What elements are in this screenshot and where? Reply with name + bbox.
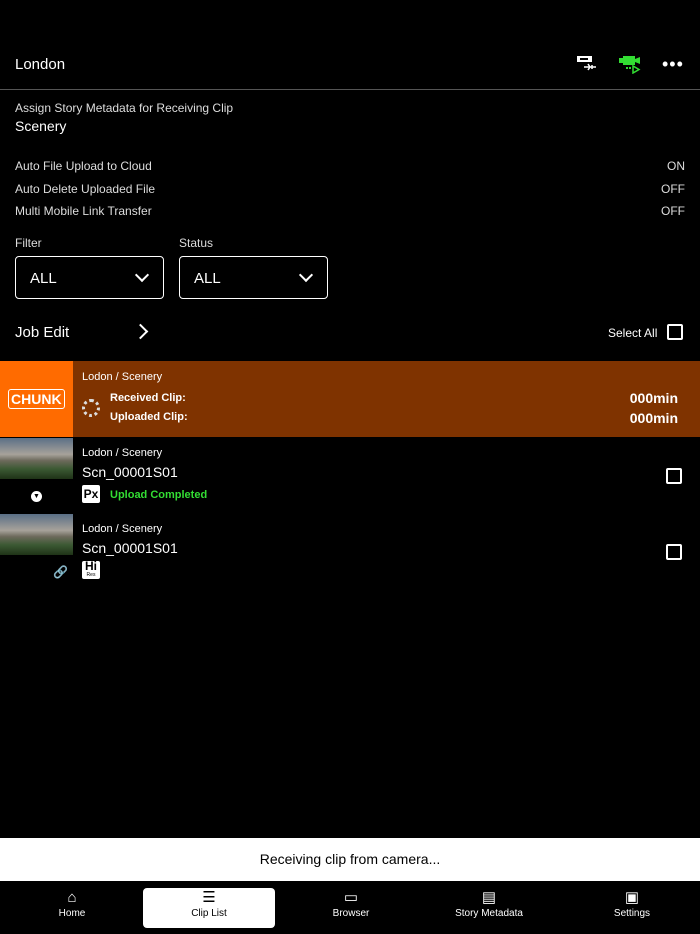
nav-label: Browser: [332, 908, 370, 919]
filter-dropdown[interactable]: ALL: [15, 256, 164, 299]
nav-clip-list[interactable]: ☰ Clip List: [143, 888, 275, 928]
setting-label: Auto File Upload to Cloud: [15, 159, 152, 173]
filter-value: ALL: [30, 270, 57, 287]
loading-spinner-icon: [82, 399, 100, 417]
clip-checkbox[interactable]: [666, 544, 682, 560]
clip-name: Scn_00001S01: [82, 464, 178, 480]
clip-path: Lodon / Scenery: [82, 371, 163, 383]
nav-label: Story Metadata: [455, 908, 523, 919]
home-icon: ⌂: [67, 889, 77, 906]
nav-story-metadata[interactable]: ▤ Story Metadata: [423, 888, 555, 928]
nav-settings[interactable]: ▣ Settings: [566, 888, 698, 928]
nav-browser[interactable]: ▭ Browser: [285, 888, 417, 928]
browser-icon: ▭: [343, 889, 359, 906]
chevron-down-icon: [298, 267, 314, 283]
setting-value[interactable]: ON: [667, 159, 685, 173]
status-label: Status: [179, 236, 214, 250]
filter-label: Filter: [15, 236, 42, 250]
setting-label: Multi Mobile Link Transfer: [15, 204, 152, 218]
chunk-badge: CHUNK: [8, 389, 65, 409]
clip-path: Lodon / Scenery: [82, 523, 163, 535]
list-icon: ☰: [202, 889, 216, 906]
story-metadata-label: Assign Story Metadata for Receiving Clip: [15, 101, 234, 115]
clip-thumbnail: [0, 438, 73, 479]
chunk-thumbnail: CHUNK: [0, 361, 73, 437]
hires-badge: Hi Res: [82, 559, 100, 579]
received-clip-label: Received Clip:: [110, 392, 186, 404]
setting-label: Auto Delete Uploaded File: [15, 182, 156, 196]
story-metadata-value[interactable]: Scenery: [15, 118, 66, 134]
chevron-right-icon[interactable]: [132, 323, 149, 340]
chevron-down-icon: [134, 267, 150, 283]
more-options-icon[interactable]: •••: [662, 54, 684, 75]
link-icon: 🔗: [53, 565, 68, 579]
clip-name: Scn_00001S01: [82, 540, 178, 556]
proxy-marker-icon: ▼: [31, 491, 42, 502]
clip-thumbnail: [0, 514, 73, 555]
clip-checkbox[interactable]: [666, 468, 682, 484]
setting-value[interactable]: OFF: [661, 204, 685, 218]
status-dropdown[interactable]: ALL: [179, 256, 328, 299]
proxy-badge: Px: [82, 485, 100, 503]
status-value: ALL: [194, 270, 221, 287]
nav-home[interactable]: ⌂ Home: [6, 888, 138, 928]
uploaded-clip-value: 000min: [629, 410, 678, 426]
document-icon: ▤: [481, 889, 497, 906]
app-header: London •••: [0, 40, 700, 90]
usb-connection-icon[interactable]: [576, 54, 598, 77]
clip-row[interactable]: 🔗 Lodon / Scenery Scn_00001S01 Hi Res: [0, 514, 700, 590]
select-all-checkbox[interactable]: [667, 324, 683, 340]
nav-label: Clip List: [191, 908, 227, 919]
setting-value[interactable]: OFF: [661, 182, 685, 196]
received-clip-value: 000min: [629, 390, 678, 406]
hires-badge-text: Hi: [85, 559, 97, 573]
toolbox-icon: ▣: [624, 889, 640, 906]
page-title: London: [15, 56, 66, 73]
select-all-label: Select All: [608, 326, 658, 340]
clip-row[interactable]: ▼ Lodon / Scenery Scn_00001S01 Px Upload…: [0, 438, 700, 514]
receiving-clip-row[interactable]: CHUNK Lodon / Scenery Received Clip: Upl…: [0, 361, 700, 437]
job-edit-label[interactable]: Job Edit: [15, 324, 69, 341]
bottom-nav: ⌂ Home ☰ Clip List ▭ Browser ▤ Story Metadat…: [0, 882, 700, 934]
camera-connected-icon[interactable]: [619, 54, 643, 79]
clip-path: Lodon / Scenery: [82, 447, 163, 459]
toast-message: Receiving clip from camera...: [0, 838, 700, 881]
nav-label: Home: [58, 908, 86, 919]
upload-status: Upload Completed: [110, 489, 208, 501]
nav-label: Settings: [613, 908, 651, 919]
uploaded-clip-label: Uploaded Clip:: [110, 411, 188, 423]
